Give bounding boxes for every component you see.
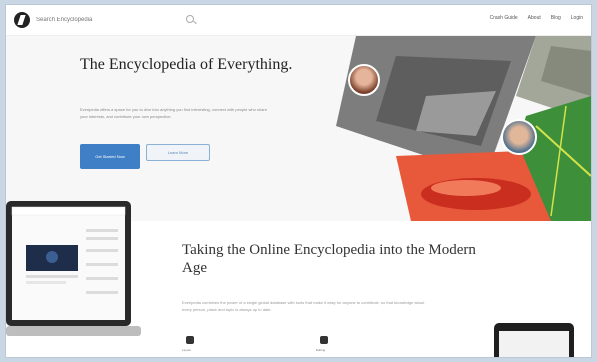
editing-feature-icon — [320, 336, 328, 344]
avatar-man — [501, 119, 537, 155]
nav-links: Crash Guide About Blog Login — [490, 15, 583, 21]
top-navigation-bar: Crash Guide About Blog Login — [6, 5, 591, 36]
section-title: Taking the Online Encyclopedia into the … — [182, 242, 476, 276]
hero-description: Everipedia offers a space for you to div… — [80, 107, 267, 119]
phone-illustration — [494, 323, 574, 357]
logo-icon[interactable] — [14, 12, 30, 28]
layout-feature-icon — [186, 336, 194, 344]
hero-section: The Encyclopedia of Everything. Everiped… — [6, 36, 591, 221]
search-icon[interactable] — [186, 15, 194, 23]
layout-feature-label: Layout — [182, 348, 192, 352]
nav-link-login[interactable]: Login — [571, 15, 583, 21]
website-page: Crash Guide About Blog Login The Encyclo… — [6, 5, 591, 357]
nav-link-crash-guide[interactable]: Crash Guide — [490, 15, 518, 21]
hero-title: The Encyclopedia of Everything. — [80, 56, 293, 73]
search-input[interactable] — [36, 14, 206, 26]
nav-link-about[interactable]: About — [528, 15, 541, 21]
learn-more-button[interactable]: Learn More — [146, 144, 210, 161]
nav-link-blog[interactable]: Blog — [551, 15, 561, 21]
editing-feature-label: Editing — [316, 348, 326, 352]
laptop-illustration — [6, 201, 141, 336]
section-description: Everipedia combines the power of a singl… — [182, 300, 425, 312]
hero-photo-collage — [336, 36, 591, 221]
get-started-button[interactable]: Get Started Now — [80, 144, 140, 169]
avatar-woman — [348, 64, 380, 96]
